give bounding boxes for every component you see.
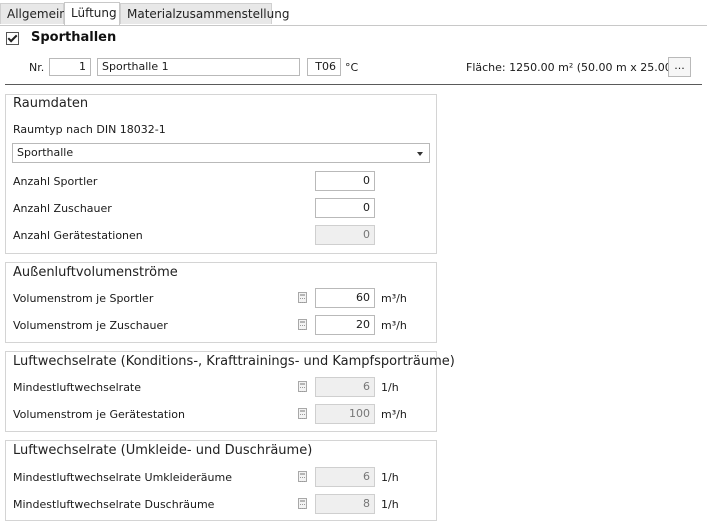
mindestluftwechselrate-umkleide-unit: 1/h — [381, 471, 399, 484]
volumenstrom-sportler-label: Volumenstrom je Sportler — [13, 292, 154, 305]
anzahl-zuschauer-input[interactable]: 0 — [315, 198, 375, 218]
raumtyp-selected-value: Sporthalle — [17, 146, 74, 159]
temperature-unit: °C — [345, 61, 359, 74]
mindestluftwechselrate-umkleide-field: 6 — [315, 467, 375, 487]
anzahl-geraetestationen-field: 0 — [315, 225, 375, 245]
raumtyp-select[interactable]: Sporthalle — [12, 143, 430, 163]
raumdaten-title: Raumdaten — [13, 96, 89, 111]
mindestluftwechselrate-field: 6 — [315, 377, 375, 397]
volumenstrom-zuschauer-input[interactable]: 20 — [315, 315, 375, 335]
mindestluftwechselrate-dusch-field: 8 — [315, 494, 375, 514]
aussenluft-title: Außenluftvolumenströme — [13, 265, 178, 280]
anzahl-geraetestationen-label: Anzahl Gerätestationen — [13, 229, 143, 242]
volumenstrom-zuschauer-label: Volumenstrom je Zuschauer — [13, 319, 168, 332]
mindestluftwechselrate-dusch-unit: 1/h — [381, 498, 399, 511]
volumenstrom-geraetestation-field: 100 — [315, 404, 375, 424]
volumenstrom-geraetestation-unit: m³/h — [381, 408, 407, 421]
tab-bar: Allgemein Lüftung Materialzusammenstellu… — [0, 0, 707, 26]
section-title: Sporthallen — [31, 30, 117, 45]
room-name-field[interactable]: Sporthalle 1 — [97, 58, 300, 76]
mindestluftwechselrate-umkleide-label: Mindestluftwechselrate Umkleideräume — [13, 471, 232, 484]
mindestluftwechselrate-label: Mindestluftwechselrate — [13, 381, 142, 394]
temperature-code-field[interactable]: T06 — [307, 58, 341, 76]
calculator-icon[interactable] — [298, 408, 307, 419]
nr-label: Nr. — [29, 61, 45, 74]
more-button[interactable]: ... — [668, 57, 691, 77]
header-divider — [5, 84, 702, 85]
anzahl-sportler-label: Anzahl Sportler — [13, 175, 98, 188]
tab-lueftung[interactable]: Lüftung — [64, 2, 120, 25]
tab-allgemein[interactable]: Allgemein — [0, 3, 67, 24]
anzahl-sportler-input[interactable]: 0 — [315, 171, 375, 191]
mindestluftwechselrate-dusch-label: Mindestluftwechselrate Duschräume — [13, 498, 215, 511]
calculator-icon[interactable] — [298, 292, 307, 303]
calculator-icon[interactable] — [298, 498, 307, 509]
calculator-icon[interactable] — [298, 471, 307, 482]
calculator-icon[interactable] — [298, 381, 307, 392]
raumtyp-label: Raumtyp nach DIN 18032-1 — [13, 123, 166, 136]
nr-field[interactable]: 1 — [49, 58, 91, 76]
volumenstrom-sportler-unit: m³/h — [381, 292, 407, 305]
volumenstrom-sportler-input[interactable]: 60 — [315, 288, 375, 308]
sporthallen-checkbox[interactable] — [6, 32, 19, 45]
umkleide-title: Luftwechselrate (Umkleide- und Duschräum… — [13, 443, 313, 458]
chevron-down-icon — [417, 152, 423, 156]
volumenstrom-zuschauer-unit: m³/h — [381, 319, 407, 332]
area-text: Fläche: 1250.00 m² (50.00 m x 25.00 m) — [466, 61, 691, 74]
anzahl-zuschauer-label: Anzahl Zuschauer — [13, 202, 112, 215]
konditions-title: Luftwechselrate (Konditions-, Krafttrain… — [13, 354, 455, 369]
tab-materialzusammenstellung[interactable]: Materialzusammenstellung — [120, 3, 289, 24]
mindestluftwechselrate-unit: 1/h — [381, 381, 399, 394]
calculator-icon[interactable] — [298, 319, 307, 330]
volumenstrom-geraetestation-label: Volumenstrom je Gerätestation — [13, 408, 185, 421]
